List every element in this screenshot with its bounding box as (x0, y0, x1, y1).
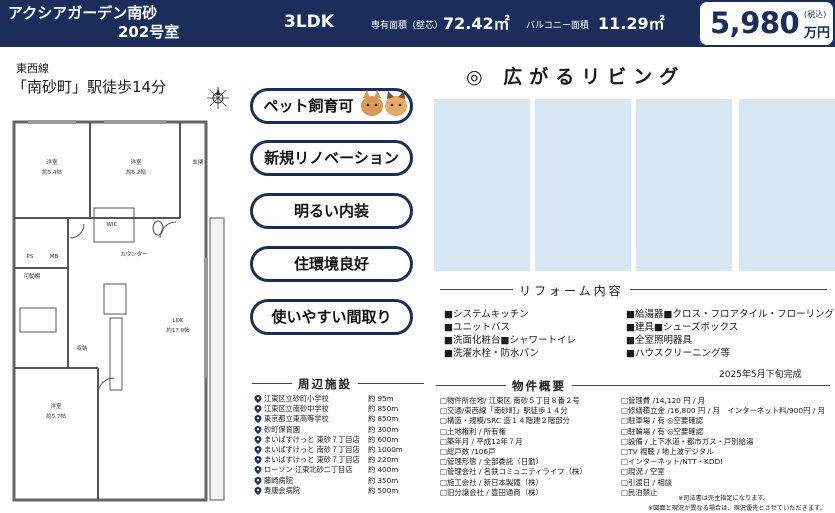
location-pin-icon (254, 456, 262, 465)
facility-name: 江東区立砂町小学校 (264, 394, 329, 403)
room-number: 202号室 (118, 23, 180, 41)
facility-distance: 約 850m (368, 404, 399, 414)
photo-1 (434, 99, 530, 271)
room1-label: 洋室 (46, 158, 58, 166)
location-pin-icon (254, 435, 262, 444)
facility-name: まいばすけっと 東砂７丁目店 (264, 434, 360, 444)
facility-name: 東京都立東高等学校 (264, 414, 329, 424)
note-1: ※司法書は売主指定になります。 (678, 495, 770, 502)
photo-2 (535, 99, 631, 271)
train-line: 東西線 (16, 62, 49, 75)
location-pin-icon (254, 395, 262, 403)
floor-plan: 洋室 約5.4帖 洋室 約5.2帖 洋室 約5.7帖 LDK 約17.0帖 玄関… (12, 120, 225, 502)
price-value: 5,980 (710, 6, 800, 40)
closet-label: 収納 (76, 344, 88, 352)
note-2: ※図面と現況が異なる場合は、現況優先とさせていただきます。 (648, 505, 826, 512)
facility-name: 藤崎病院 (264, 475, 293, 485)
location-pin-icon (254, 476, 262, 485)
surroundings-title: 周辺施設 (292, 376, 358, 392)
overview-left-item: □旧分譲会社 / 豊田通商（株） (440, 487, 543, 497)
ldk-size: 約17.0帖 (166, 326, 190, 334)
station-access: 「南砂町」駅徒歩14分 (12, 78, 167, 96)
location-pin-icon (254, 466, 262, 475)
facility-distance: 約 95m (368, 394, 394, 403)
price-box: 5,980 (税込) 万円 (700, 2, 833, 45)
area-label: 専有面積（壁芯） (371, 21, 444, 31)
surroundings-heading: 周辺施設 (252, 376, 424, 392)
reform-right-1: ■給湯器■クロス・フロアタイル・フローリング (626, 309, 834, 320)
facility-name: まいばすけっと 南砂７丁目店 (264, 445, 360, 454)
facility-distance: 約 600m (368, 434, 399, 444)
mb-label: MB (50, 254, 59, 260)
header-bar: アクシアガーデン南砂 202号室 3LDK 専有面積（壁芯） 72.42㎡ バル… (0, 0, 835, 47)
overview-right-item: □民泊禁止 (621, 487, 658, 497)
facility-name: ローソン 江東北砂二丁目店 (264, 465, 353, 475)
facility-distance: 約 850m (368, 414, 399, 424)
location-pin-icon (254, 415, 262, 424)
living-title: ◎ 広がるリビング (466, 66, 686, 88)
feature-environment: 住環境良好 (250, 246, 413, 282)
facility-name: 江東区立南砂中学校 (264, 404, 329, 414)
room3-size: 約5.7帖 (46, 412, 66, 420)
room2-size: 約5.2帖 (126, 168, 146, 176)
location-pin-icon (254, 446, 262, 454)
facility-distance: 約 400m (368, 465, 399, 475)
balcony-value: 11.29㎡ (598, 14, 665, 33)
reform-left-3: ■洗面化粧台■シャワートイレ (444, 335, 576, 346)
reform-left-4: ■洗濯水栓・防水パン (444, 348, 539, 359)
room1-size: 約5.4帖 (42, 168, 62, 176)
area-value: 72.42㎡ (443, 14, 510, 33)
reform-right-3: ■全室照明器具 (626, 335, 692, 346)
price-tax: (税込) (804, 10, 827, 19)
feature-renovation: 新規リノベーション (250, 140, 413, 176)
reform-heading: リフォーム内容 (440, 279, 827, 299)
facility-distance: 約 300m (368, 424, 399, 434)
layout-type: 3LDK (284, 12, 334, 32)
location-pin-icon (254, 405, 262, 414)
facility-distance: 約 1000m (368, 445, 403, 454)
pets-icon (361, 90, 407, 116)
property-name: アクシアガーデン南砂 (8, 4, 158, 22)
overview-heading: 物件概要 (436, 378, 830, 394)
location-pin-icon (254, 425, 262, 434)
counter-label: カウンター (120, 250, 148, 258)
price-unit: 万円 (804, 26, 831, 41)
photo-3 (636, 99, 732, 271)
reform-left-1: ■システムキッチン (444, 309, 529, 320)
facility-name: 寿康会病院 (264, 485, 300, 495)
storage-label: 可動棚 (24, 272, 41, 280)
location-pin-icon (254, 486, 262, 495)
reform-title: リフォーム内容 (513, 282, 630, 299)
compass-icon (207, 87, 229, 109)
facility-distance: 約 350m (368, 475, 399, 485)
photo-4 (739, 99, 835, 271)
facility-distance: 約 500m (368, 485, 399, 495)
balcony-label: バルコニー面積 (526, 21, 589, 31)
feature-layout: 使いやすい間取り (250, 299, 413, 335)
feature-bright: 明るい内装 (250, 193, 413, 229)
reform-left-2: ■ユニットバス (444, 322, 510, 333)
entrance-label: 玄関 (192, 158, 204, 166)
facility-distance: 約 220m (368, 455, 399, 465)
overview-title: 物件概要 (506, 378, 572, 394)
reform-right-2: ■建具■シューズボックス (626, 322, 739, 333)
facility-name: 砂町保育園 (264, 424, 300, 434)
facility-name: まいばすけっと 東砂７丁目店 (264, 455, 360, 465)
wic-label: WIC (107, 222, 118, 228)
ps-label: PS (27, 254, 34, 260)
room2-label: 洋室 (130, 158, 142, 166)
reform-right-4: ■ハウスクリーニング等 (626, 348, 730, 359)
ldk-label: LDK (173, 318, 184, 324)
room3-label: 洋室 (50, 402, 62, 410)
